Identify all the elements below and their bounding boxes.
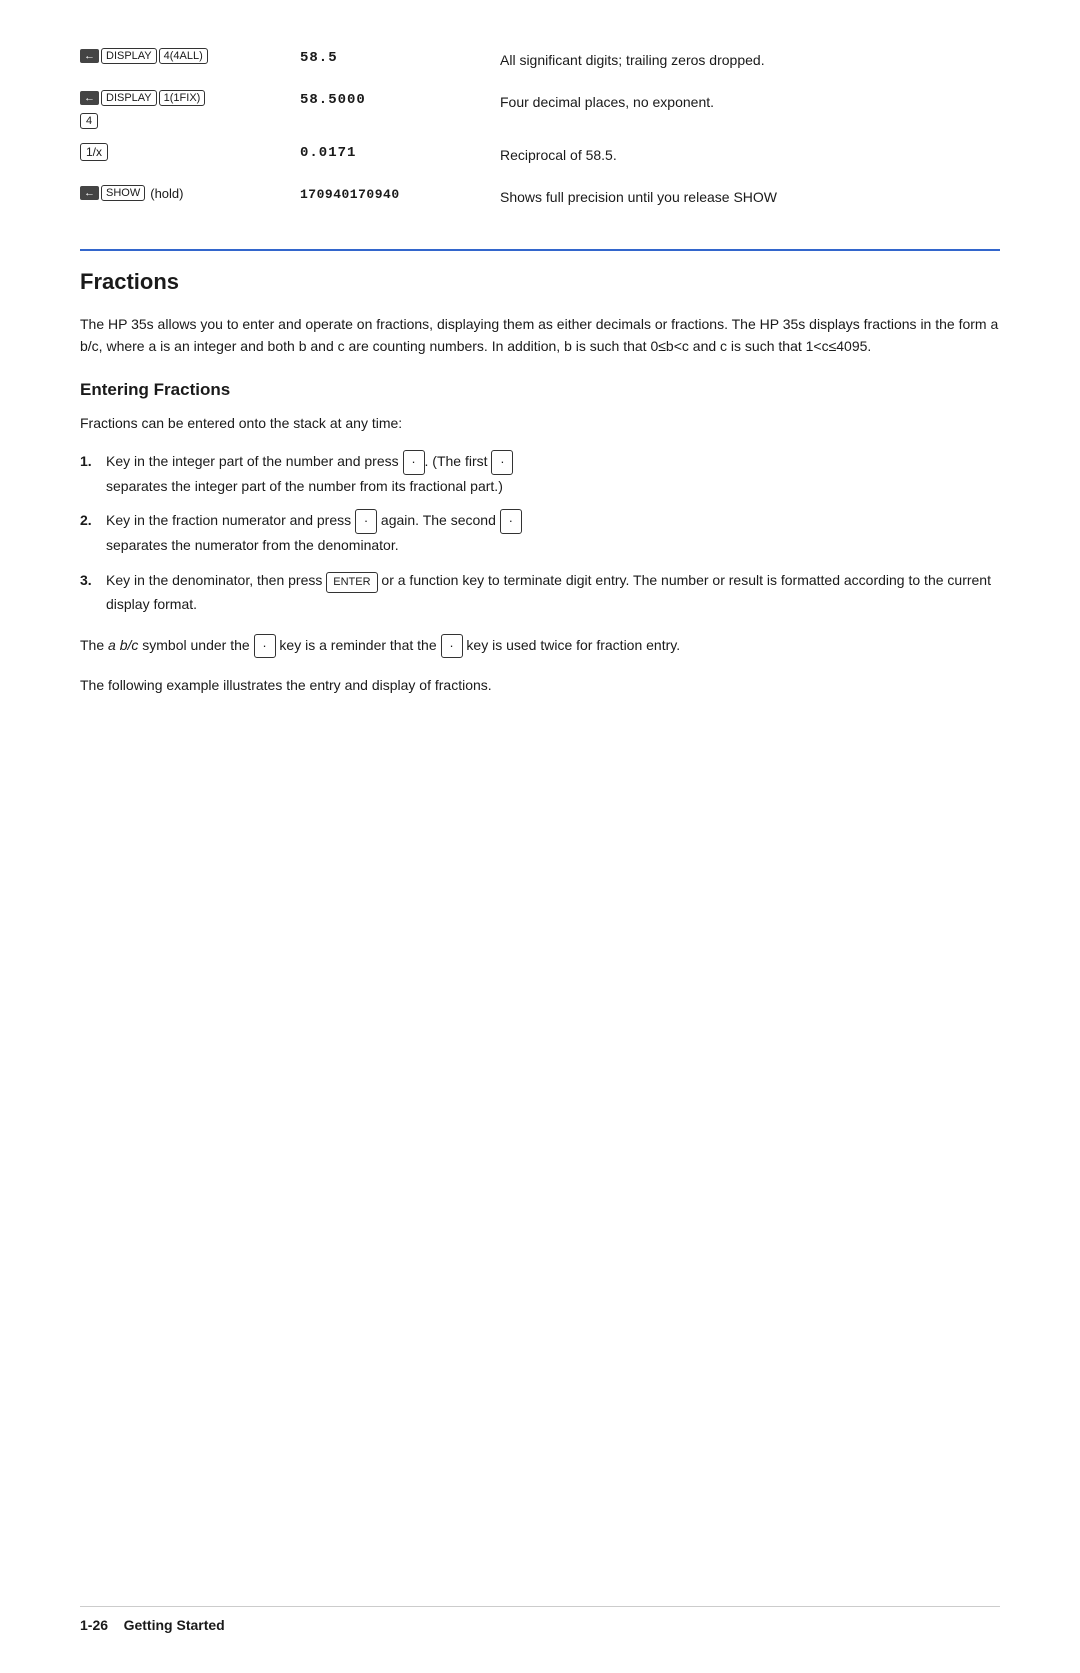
desc-col: Shows full precision until you release S… [500,185,1000,208]
list-item: 3. Key in the denominator, then press EN… [80,569,1000,616]
step-number: 2. [80,509,100,531]
desc-col: Four decimal places, no exponent. [500,90,1000,113]
four-key: 4 [80,113,98,129]
display-value: 0.0171 [300,143,500,161]
footer-page: 1-26 [80,1617,108,1633]
dot-key: · [441,634,463,659]
hold-label: (hold) [150,186,183,201]
keys-col: ← DISPLAY 4(4ALL) [80,48,300,64]
footer: 1-26 Getting Started [80,1606,1000,1633]
dot-key: · [491,450,513,475]
list-item: 2. Key in the fraction numerator and pre… [80,509,1000,556]
show-key: SHOW [101,185,145,201]
step-content: Key in the integer part of the number an… [106,450,1000,497]
fractions-intro: The HP 35s allows you to enter and opera… [80,313,1000,358]
display-key: DISPLAY [101,90,157,106]
table-row: 1/x 0.0171 Reciprocal of 58.5. [80,143,1000,171]
keys-col: ← DISPLAY 1(1FIX) 4 [80,90,300,129]
footer-page-section: 1-26 Getting Started [80,1617,225,1633]
display-key: DISPLAY [101,48,157,64]
step-number: 3. [80,569,100,591]
table-row: ← DISPLAY 1(1FIX) 4 58.5000 Four decimal… [80,90,1000,129]
table-row: ← DISPLAY 4(4ALL) 58.5 All significant d… [80,48,1000,76]
section-heading: Fractions [80,269,1000,295]
one-fix-key: 1(1FIX) [159,90,206,106]
section-divider [80,249,1000,251]
enter-key: ENTER [326,572,377,594]
subsection-heading: Entering Fractions [80,380,1000,400]
example-note: The following example illustrates the en… [80,674,1000,696]
show-full-text: Shows full precision until you release S… [500,189,777,205]
shift-key: ← [80,49,99,63]
desc-col: Reciprocal of 58.5. [500,143,1000,166]
shift-key: ← [80,186,99,200]
display-value: 58.5 [300,48,500,66]
steps-list: 1. Key in the integer part of the number… [80,450,1000,615]
step-content: Key in the denominator, then press ENTER… [106,569,1000,616]
top-section: ← DISPLAY 4(4ALL) 58.5 All significant d… [80,48,1000,213]
footer-section: Getting Started [124,1617,225,1633]
keys-col: ← SHOW (hold) [80,185,300,201]
step-content: Key in the fraction numerator and press … [106,509,1000,556]
display-value: 170940170940 [300,185,500,202]
dot-key: · [403,450,425,475]
list-item: 1. Key in the integer part of the number… [80,450,1000,497]
entering-fractions-intro: Fractions can be entered onto the stack … [80,412,1000,434]
table-row: ← SHOW (hold) 170940170940 Shows full pr… [80,185,1000,213]
recip-key: 1/x [80,143,108,161]
dot-key: · [355,509,377,534]
step-number: 1. [80,450,100,472]
abc-note: The a b/c symbol under the · key is a re… [80,634,1000,659]
four-all-key: 4(4ALL) [159,48,208,64]
keys-col: 1/x [80,143,300,161]
display-value: 58.5000 [300,90,500,108]
fractions-section: Fractions The HP 35s allows you to enter… [80,269,1000,697]
desc-col: All significant digits; trailing zeros d… [500,48,1000,71]
shift-key: ← [80,91,99,105]
display-table: ← DISPLAY 4(4ALL) 58.5 All significant d… [80,48,1000,213]
dot-key: · [500,509,522,534]
dot-key: · [254,634,276,659]
